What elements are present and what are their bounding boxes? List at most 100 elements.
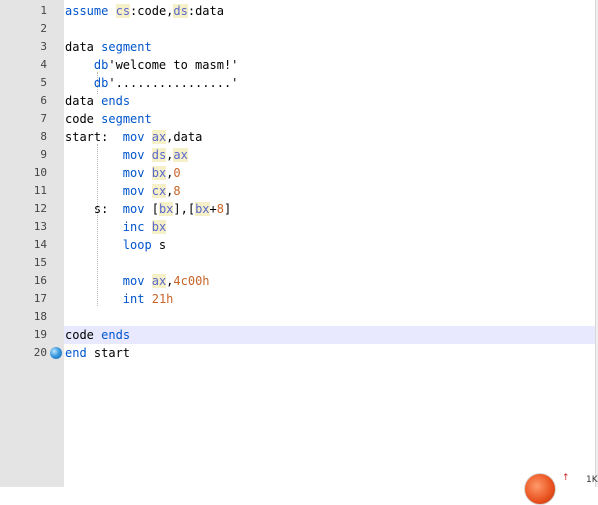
line-number: 8 bbox=[40, 130, 47, 143]
code-text[interactable]: s: mov [bx],[bx+8] bbox=[65, 200, 231, 218]
keyword-token: mov bbox=[122, 130, 145, 144]
code-line[interactable]: 16 mov ax,4c00h bbox=[0, 272, 598, 290]
code-text[interactable]: data segment bbox=[65, 38, 152, 56]
code-line[interactable]: 2 bbox=[0, 20, 598, 38]
code-text[interactable]: db'................' bbox=[65, 74, 239, 92]
line-number: 6 bbox=[40, 94, 47, 107]
code-line[interactable]: 12 s: mov [bx],[bx+8] bbox=[0, 200, 598, 218]
text-token: start: bbox=[65, 130, 123, 144]
code-line[interactable]: 17 int 21h bbox=[0, 290, 598, 308]
code-line[interactable]: 7 code segment bbox=[0, 110, 598, 128]
line-number: 18 bbox=[33, 310, 47, 323]
line-number: 20 bbox=[33, 346, 47, 359]
text-token: :data bbox=[187, 4, 224, 18]
code-line[interactable]: 10 mov bx,0 bbox=[0, 164, 598, 182]
code-text[interactable]: mov ds,ax bbox=[65, 146, 188, 164]
code-text[interactable]: db'welcome to masm!' bbox=[65, 56, 239, 74]
text-token: data bbox=[65, 94, 94, 108]
code-text[interactable]: loop s bbox=[65, 236, 166, 254]
code-text[interactable]: code segment bbox=[65, 110, 152, 128]
code-text[interactable]: assume cs:code,ds:data bbox=[65, 2, 224, 20]
number-token: 8 bbox=[173, 184, 181, 198]
code-text[interactable]: mov cx,8 bbox=[65, 182, 181, 200]
code-line[interactable]: 6 data ends bbox=[0, 92, 598, 110]
text-token: s: bbox=[65, 202, 123, 216]
register-token: bx bbox=[195, 202, 210, 216]
number-token: 4c00h bbox=[173, 274, 210, 288]
register-token: bx bbox=[151, 166, 167, 180]
line-number: 10 bbox=[33, 166, 47, 179]
code-line[interactable]: 19 code ends bbox=[0, 326, 598, 344]
line-number: 4 bbox=[40, 58, 47, 71]
register-token: cs bbox=[115, 4, 131, 18]
text-token: :code, bbox=[130, 4, 174, 18]
text-token: start bbox=[86, 346, 131, 360]
accelerator-ball-icon[interactable] bbox=[524, 473, 556, 505]
register-token: ds bbox=[151, 148, 167, 162]
keyword-token: segment bbox=[101, 112, 152, 126]
floating-speed-widget[interactable]: ↑ 1K bbox=[520, 471, 598, 505]
keyword-token: mov bbox=[122, 148, 145, 162]
text-token: '................' bbox=[108, 76, 239, 90]
code-text[interactable]: inc bx bbox=[65, 218, 167, 236]
register-token: bx bbox=[151, 220, 167, 234]
line-number: 14 bbox=[33, 238, 47, 251]
code-text[interactable]: mov ax,4c00h bbox=[65, 272, 210, 290]
code-line[interactable]: 13 inc bx bbox=[0, 218, 598, 236]
bookmark-marker-icon[interactable] bbox=[50, 347, 62, 359]
line-number: 13 bbox=[33, 220, 47, 233]
code-line[interactable]: 3 data segment bbox=[0, 38, 598, 56]
keyword-token: loop bbox=[122, 238, 152, 252]
text-token: s bbox=[151, 238, 167, 252]
line-number: 19 bbox=[33, 328, 47, 341]
text-token: ] bbox=[224, 202, 232, 216]
number-token: 21h bbox=[151, 292, 174, 306]
code-line[interactable]: 18 bbox=[0, 308, 598, 326]
keyword-token: mov bbox=[122, 184, 145, 198]
code-line[interactable]: 9 mov ds,ax bbox=[0, 146, 598, 164]
code-line[interactable]: 8 start: mov ax,data bbox=[0, 128, 598, 146]
code-editor[interactable]: 1 assume cs:code,ds:data 2 3 data segment 4 d… bbox=[0, 0, 598, 487]
code-line[interactable]: 20 end start bbox=[0, 344, 598, 362]
keyword-token: end bbox=[65, 346, 87, 360]
code-text[interactable]: int 21h bbox=[65, 290, 174, 308]
indent-guide bbox=[97, 144, 98, 306]
code-text[interactable]: start: mov ax,data bbox=[65, 128, 202, 146]
text-token: code bbox=[65, 112, 94, 126]
code-line[interactable]: 11 mov cx,8 bbox=[0, 182, 598, 200]
code-text[interactable]: end start bbox=[65, 344, 130, 362]
line-number: 2 bbox=[40, 22, 47, 35]
register-token: cx bbox=[151, 184, 167, 198]
code-line[interactable]: 15 bbox=[0, 254, 598, 272]
text-token: data bbox=[65, 40, 94, 54]
code-line[interactable]: 1 assume cs:code,ds:data bbox=[0, 2, 598, 20]
line-number: 17 bbox=[33, 292, 47, 305]
code-line[interactable]: 4 db'welcome to masm!' bbox=[0, 56, 598, 74]
keyword-token: db bbox=[93, 58, 109, 72]
widget-text: 1K bbox=[586, 475, 598, 485]
register-token: ax bbox=[151, 274, 167, 288]
code-line[interactable]: 5 db'................' bbox=[0, 74, 598, 92]
code-text[interactable]: mov bx,0 bbox=[65, 164, 181, 182]
code-text[interactable]: code ends bbox=[65, 326, 130, 344]
keyword-token: mov bbox=[122, 166, 145, 180]
line-number: 7 bbox=[40, 112, 47, 125]
code-line[interactable]: 14 loop s bbox=[0, 236, 598, 254]
upload-arrow-icon: ↑ bbox=[562, 473, 570, 483]
number-token: 0 bbox=[173, 166, 181, 180]
code-text[interactable]: data ends bbox=[65, 92, 130, 110]
indent-guide bbox=[97, 72, 98, 94]
keyword-token: mov bbox=[122, 274, 145, 288]
keyword-token: ends bbox=[101, 94, 131, 108]
